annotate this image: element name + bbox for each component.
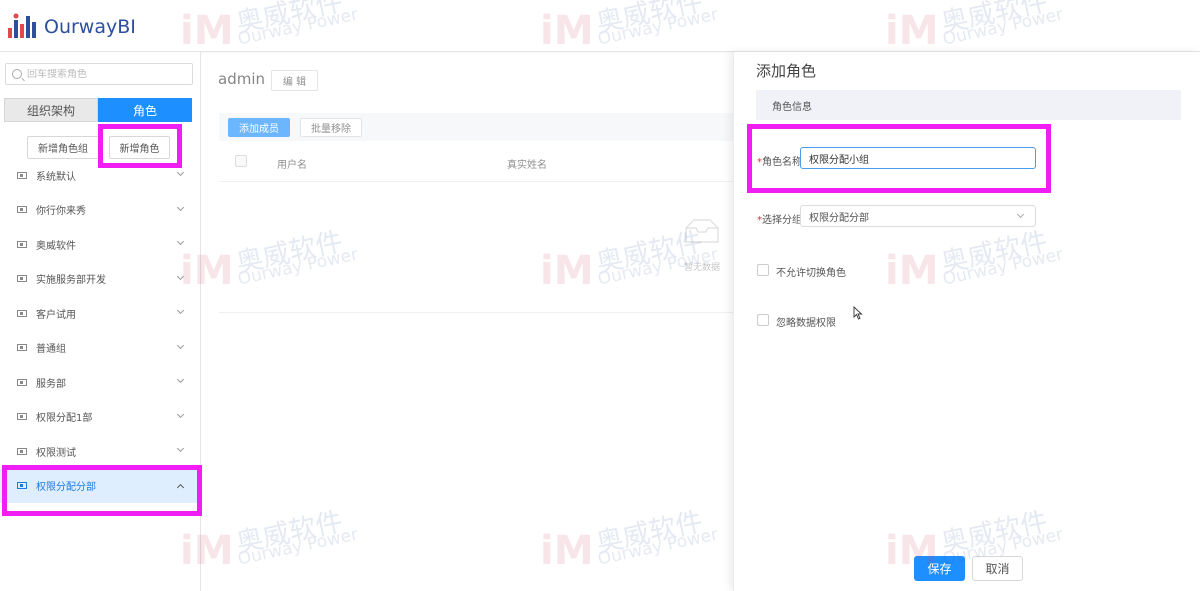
app-logo[interactable]: OurwayBI xyxy=(6,12,136,42)
mouse-cursor-icon xyxy=(853,306,863,320)
chevron-down-icon[interactable] xyxy=(176,306,185,315)
role-tree: 系统默认 你行你来秀 奥威软件 实施服务部开发 客户试用 普通组 服务部 权限分… xyxy=(0,158,200,503)
ignore-permission-checkbox[interactable] xyxy=(757,314,769,326)
logo-text: OurwayBI xyxy=(44,16,136,38)
tree-item-selected[interactable]: 权限分配分部 xyxy=(0,468,200,503)
new-role-button[interactable]: 新增角色 xyxy=(109,136,170,159)
sidebar: 组织架构 角色 新增角色组 新增角色 系统默认 你行你来秀 奥威软件 实施服务部… xyxy=(0,52,201,591)
role-search-input[interactable] xyxy=(27,68,177,80)
tree-item-label: 权限分配1部 xyxy=(36,413,93,425)
section-header xyxy=(756,90,1181,120)
tree-item-label: 客户试用 xyxy=(36,309,76,321)
tab-org-structure[interactable]: 组织架构 xyxy=(4,98,98,122)
tree-item-label: 实施服务部开发 xyxy=(36,275,106,287)
group-select[interactable]: 权限分配分部 xyxy=(800,205,1036,227)
save-button[interactable]: 保存 xyxy=(914,556,965,581)
folder-icon xyxy=(17,309,27,317)
tree-item[interactable]: 权限分配1部 xyxy=(0,400,200,435)
role-name-label-text: 角色名称: xyxy=(762,157,806,168)
no-switch-role-checkbox[interactable] xyxy=(757,264,769,276)
cancel-button[interactable]: 取消 xyxy=(972,556,1023,581)
chevron-down-icon[interactable] xyxy=(176,444,185,453)
tree-item-label: 服务部 xyxy=(36,378,66,390)
folder-icon xyxy=(17,344,27,352)
tree-item[interactable]: 奥威软件 xyxy=(0,227,200,262)
group-label-text: 选择分组: xyxy=(762,215,806,226)
tree-item[interactable]: 你行你来秀 xyxy=(0,193,200,228)
role-name-label: *角色名称: xyxy=(757,153,805,168)
role-search[interactable] xyxy=(5,63,193,85)
chevron-down-icon[interactable] xyxy=(176,272,185,280)
tree-item[interactable]: 实施服务部开发 xyxy=(0,262,200,297)
folder-icon xyxy=(17,378,27,386)
chevron-down-icon[interactable] xyxy=(176,237,185,246)
chevron-down-icon[interactable] xyxy=(176,410,185,418)
chevron-down-icon xyxy=(1016,210,1025,219)
chevron-down-icon[interactable] xyxy=(176,203,185,211)
tree-item[interactable]: 系统默认 xyxy=(0,158,200,193)
tree-item[interactable]: 服务部 xyxy=(0,365,200,400)
tab-roles[interactable]: 角色 xyxy=(98,98,192,122)
chevron-down-icon[interactable] xyxy=(176,341,185,349)
tree-item-label: 你行你来秀 xyxy=(36,206,86,218)
folder-icon xyxy=(17,206,27,214)
tree-item[interactable]: 客户试用 xyxy=(0,296,200,331)
group-label: *选择分组: xyxy=(757,211,805,226)
folder-icon xyxy=(17,482,27,490)
app-header: OurwayBI xyxy=(0,0,1200,52)
no-switch-role-label[interactable]: 不允许切换角色 xyxy=(776,264,846,279)
new-role-group-button[interactable]: 新增角色组 xyxy=(27,136,99,159)
chevron-up-icon[interactable] xyxy=(176,483,185,491)
tree-item-label: 奥威软件 xyxy=(36,240,76,252)
drawer-mask[interactable] xyxy=(201,52,734,591)
group-select-value: 权限分配分部 xyxy=(809,212,869,224)
tree-item-label: 权限分配分部 xyxy=(36,482,96,494)
chevron-down-icon[interactable] xyxy=(176,375,185,384)
folder-icon xyxy=(17,171,27,179)
folder-icon xyxy=(17,413,27,421)
folder-icon xyxy=(17,447,27,455)
tree-item-label: 权限测试 xyxy=(36,447,76,459)
tree-item[interactable]: 权限测试 xyxy=(0,434,200,469)
ignore-permission-label[interactable]: 忽略数据权限 xyxy=(776,314,836,329)
search-icon xyxy=(12,69,22,79)
tree-item[interactable]: 普通组 xyxy=(0,331,200,366)
section-label: 角色信息 xyxy=(772,102,812,113)
tree-item-label: 普通组 xyxy=(36,344,66,356)
drawer-title: 添加角色 xyxy=(756,62,817,80)
role-name-input[interactable] xyxy=(800,147,1036,169)
logo-icon xyxy=(8,13,36,38)
folder-icon xyxy=(17,275,27,283)
folder-icon xyxy=(17,240,27,248)
chevron-down-icon[interactable] xyxy=(176,168,185,177)
sidebar-tabs: 组织架构 角色 xyxy=(4,98,192,122)
tree-item-label: 系统默认 xyxy=(36,171,76,183)
